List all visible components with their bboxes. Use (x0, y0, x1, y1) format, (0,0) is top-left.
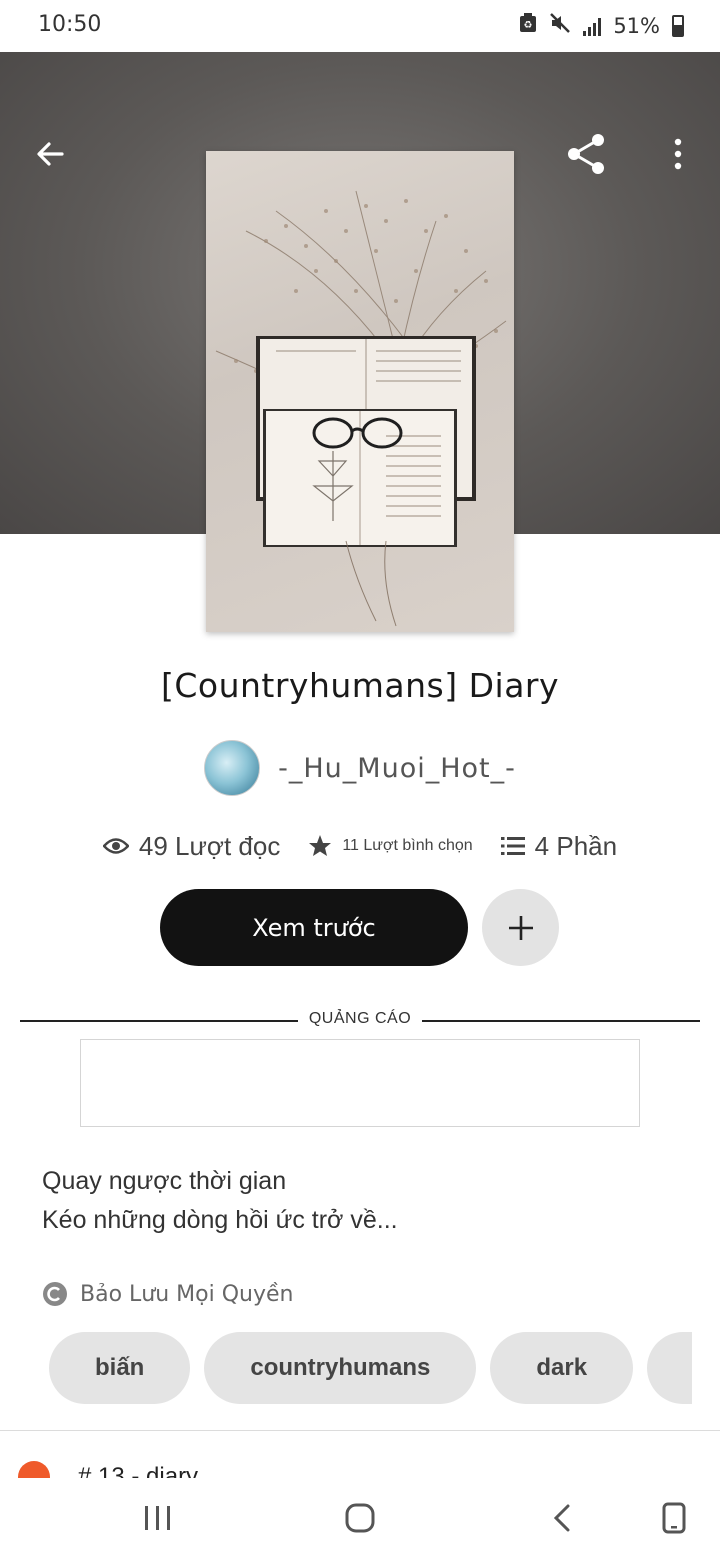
share-icon (568, 134, 604, 174)
signal-icon (583, 16, 602, 36)
keyboard-toggle-button[interactable] (644, 1494, 704, 1542)
recycle-icon: ♻ (519, 13, 537, 38)
status-time: 10:50 (38, 12, 102, 37)
eye-icon (102, 838, 129, 854)
svg-text:♻: ♻ (524, 20, 533, 31)
divider-line (422, 1020, 700, 1022)
share-button[interactable] (562, 130, 610, 178)
story-stats: 49 Lượt đọc 11 Lượt bình chọn 4 Phần (0, 824, 720, 868)
author-row[interactable]: -_Hu_Muoi_Hot_- (0, 740, 720, 796)
tag-chip[interactable]: biấn (49, 1332, 191, 1404)
arrow-left-icon (37, 142, 64, 166)
avatar[interactable] (204, 740, 261, 796)
battery-percent: 51% (613, 13, 660, 38)
copyright-text: Bảo Lưu Mọi Quyền (80, 1281, 294, 1307)
tag-list: biấn countryhumans dark diary (49, 1332, 692, 1404)
votes-stat: 11 Lượt bình chọn (308, 834, 473, 858)
phone-icon (662, 1502, 686, 1534)
copyright-icon (43, 1282, 67, 1306)
list-icon (500, 837, 525, 855)
ad-label: QUẢNG CÁO (308, 1010, 412, 1027)
reads-count: 49 Lượt đọc (138, 830, 281, 861)
description-line: Quay ngược thời gian (42, 1167, 287, 1195)
cover-illustration (215, 190, 507, 627)
tags-scroller[interactable]: biấn countryhumans dark diary (0, 1332, 692, 1404)
back-button[interactable] (26, 130, 74, 178)
ad-divider: QUẢNG CÁO (20, 1008, 700, 1034)
tag-chip[interactable]: countryhumans (204, 1332, 477, 1404)
back-nav-button[interactable] (532, 1494, 592, 1542)
chevron-left-icon (553, 1504, 570, 1532)
votes-count: 11 Lượt bình chọn (342, 837, 473, 854)
plus-icon (508, 915, 533, 940)
home-button[interactable] (330, 1494, 390, 1542)
status-icons: ♻ 51% (519, 12, 684, 39)
story-title: [Countryhumans] Diary (160, 666, 560, 705)
ranking-row[interactable]: # 13 - diary (0, 1431, 720, 1479)
divider-line (20, 1020, 298, 1022)
home-icon (345, 1503, 375, 1533)
story-detail-screen: 10:50 ♻ 51% [Countryhumans] Diary -_Hu_M… (0, 0, 720, 1560)
recent-apps-icon (145, 1506, 170, 1530)
reads-stat: 49 Lượt đọc (102, 830, 281, 862)
ranking-badge-icon (18, 1461, 50, 1479)
parts-stat: 4 Phần (500, 830, 618, 862)
system-nav-bar (0, 1478, 720, 1560)
parts-count: 4 Phần (534, 830, 618, 861)
add-to-library-button[interactable] (482, 889, 559, 966)
tag-chip[interactable]: dark (490, 1332, 634, 1404)
ranking-text: # 13 - diary (78, 1463, 199, 1479)
description-line: Kéo những dòng hồi ức trở về... (42, 1206, 398, 1234)
more-options-button[interactable] (654, 130, 702, 178)
story-cover-image[interactable] (206, 151, 514, 632)
ad-slot[interactable] (80, 1039, 640, 1127)
tag-chip[interactable]: diary (647, 1332, 692, 1404)
story-description: Quay ngược thời gian Kéo những dòng hồi … (42, 1162, 682, 1240)
preview-button[interactable]: Xem trước (160, 889, 468, 966)
more-vertical-icon (674, 138, 682, 170)
author-name[interactable]: -_Hu_Muoi_Hot_- (278, 753, 516, 784)
recent-apps-button[interactable] (128, 1494, 188, 1542)
copyright-row: Bảo Lưu Mọi Quyền (42, 1276, 293, 1312)
battery-icon (672, 14, 684, 37)
status-bar: 10:50 ♻ 51% (0, 0, 720, 52)
star-icon (309, 835, 332, 856)
mute-icon (549, 12, 571, 39)
